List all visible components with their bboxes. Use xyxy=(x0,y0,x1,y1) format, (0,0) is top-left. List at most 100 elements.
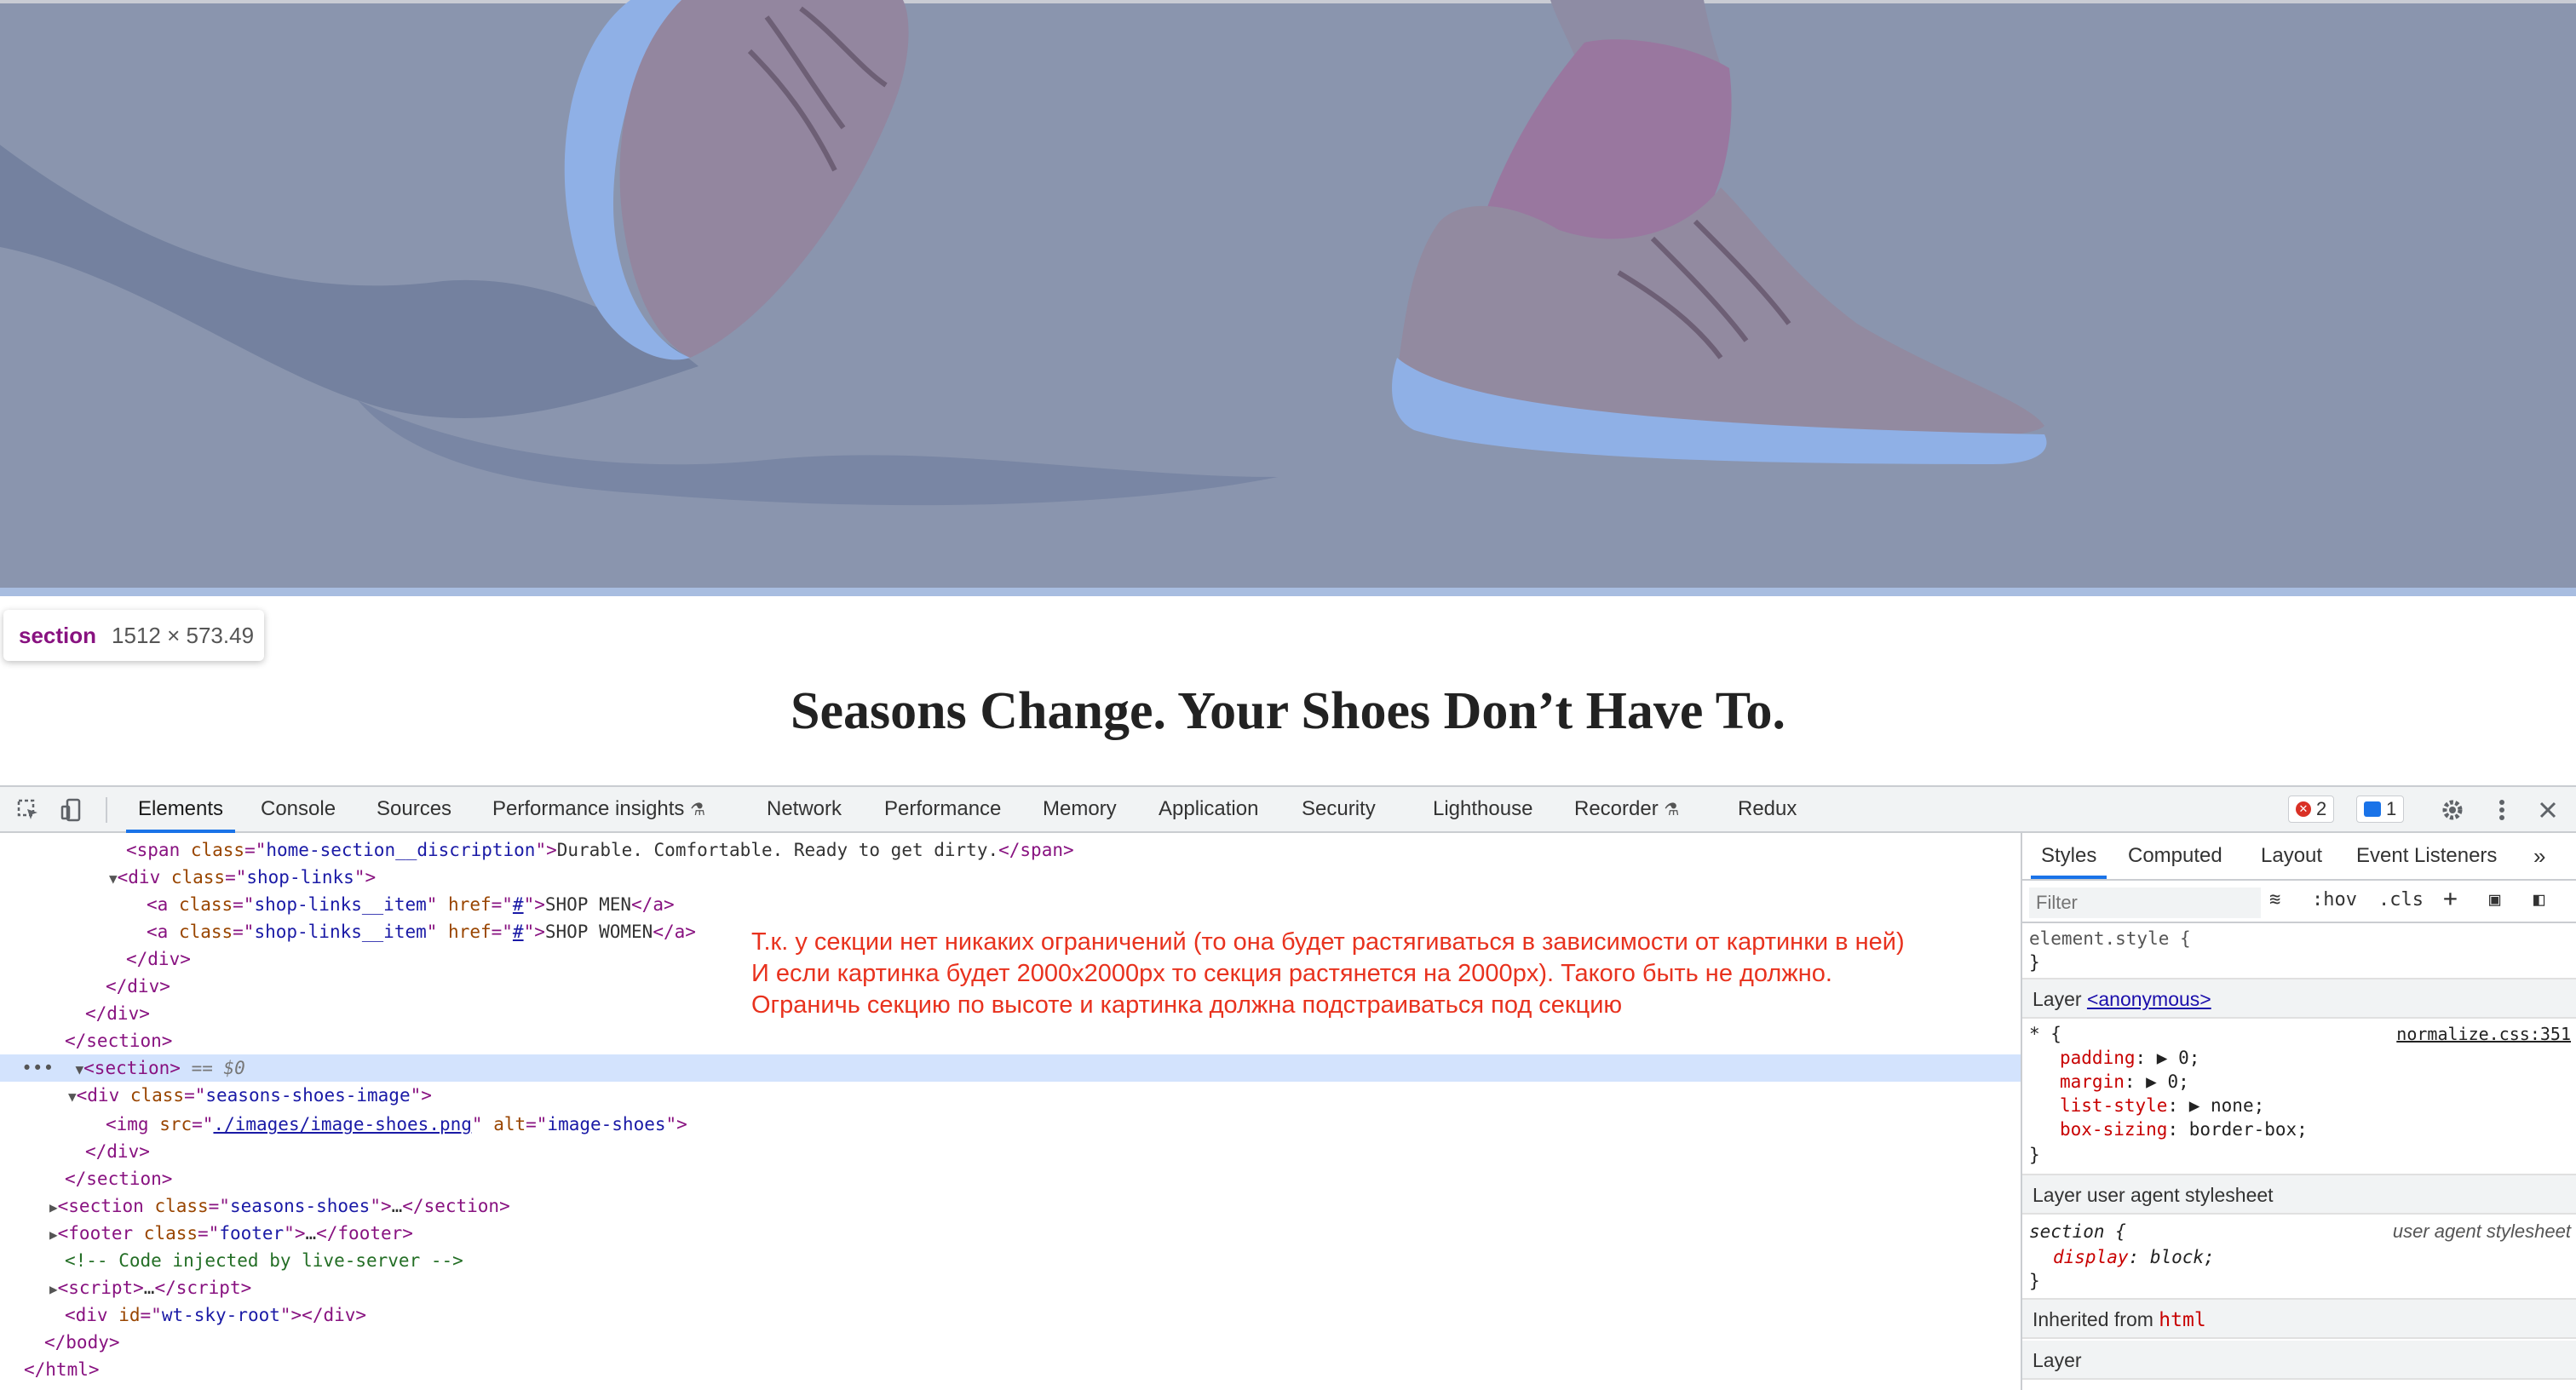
styles-sidebar: Styles Computed Layout Event Listeners »… xyxy=(2022,833,2576,1390)
tab-recorder[interactable]: Recorder ⚗ xyxy=(1574,787,1679,831)
tab-lighthouse[interactable]: Lighthouse xyxy=(1433,787,1532,831)
rule-selector[interactable]: * { xyxy=(2029,1022,2061,1046)
layer-anonymous-link[interactable]: <anonymous> xyxy=(2087,988,2211,1010)
errors-counter[interactable]: ✕ 2 xyxy=(2288,796,2335,823)
rule-close-brace: } xyxy=(2029,1145,2040,1165)
annotation-line: Т.к. у секции нет никаких ограничений (т… xyxy=(751,928,1905,956)
inherited-from-header: Inherited from html xyxy=(2022,1300,2576,1339)
tab-memory[interactable]: Memory xyxy=(1043,787,1117,831)
error-icon: ✕ xyxy=(2296,801,2311,817)
page-heading: Seasons Change. Your Shoes Don’t Have To… xyxy=(791,682,1785,740)
dom-close-div[interactable]: </div> xyxy=(85,1138,150,1165)
tab-redux[interactable]: Redux xyxy=(1738,787,1797,831)
inspect-element-icon[interactable] xyxy=(14,796,43,824)
toggle-pseudo-icon[interactable]: ≋ xyxy=(2269,889,2280,910)
dom-close-body[interactable]: </body> xyxy=(44,1329,120,1356)
dom-node-img[interactable]: <img src="./images/image-shoes.png" alt=… xyxy=(106,1111,687,1138)
dom-node-link-women[interactable]: <a class="shop-links__item" href="#">SHO… xyxy=(147,918,696,945)
element-style-selector[interactable]: element.style { xyxy=(2029,927,2191,951)
css-declaration[interactable]: display: block; xyxy=(2053,1245,2215,1269)
tab-elements[interactable]: Elements xyxy=(125,787,236,833)
dom-close-div[interactable]: </div> xyxy=(126,945,191,973)
tab-event-listeners[interactable]: Event Listeners xyxy=(2356,833,2497,879)
layer-ua-header: Layer user agent stylesheet xyxy=(2022,1175,2576,1215)
section-ua-rule: section { user agent stylesheet display:… xyxy=(2022,1215,2576,1300)
inherited-tag-link[interactable]: html xyxy=(2159,1309,2205,1331)
dom-close-div[interactable]: </div> xyxy=(106,973,170,1000)
styles-filter-row: ≋ :hov .cls + ▣ ◧ xyxy=(2022,881,2576,923)
inherited-label: Inherited from xyxy=(2033,1308,2153,1330)
tab-sources[interactable]: Sources xyxy=(377,787,451,831)
reviewer-annotation: Т.к. у секции нет никаких ограничений (т… xyxy=(751,927,1905,1021)
experimental-flask-icon: ⚗ xyxy=(690,801,706,819)
dom-comment[interactable]: <!-- Code injected by live-server --> xyxy=(65,1247,463,1274)
annotation-line: Ограничь секцию по высоте и картинка дол… xyxy=(751,991,1623,1019)
dom-node-link-men[interactable]: <a class="shop-links__item" href="#">SHO… xyxy=(147,891,675,918)
tab-recorder-label: Recorder xyxy=(1574,797,1659,820)
styles-filter-input[interactable] xyxy=(2029,887,2261,918)
tab-styles[interactable]: Styles xyxy=(2030,833,2107,879)
tab-security[interactable]: Security xyxy=(1302,787,1376,831)
toggle-sidebar-icon[interactable]: ◧ xyxy=(2533,889,2544,910)
tab-application[interactable]: Application xyxy=(1159,787,1258,831)
dom-node-section-selected[interactable]: ••• ▼<section> == $0 xyxy=(0,1054,2021,1082)
close-devtools-icon[interactable] xyxy=(2533,796,2562,824)
errors-count: 2 xyxy=(2316,798,2327,819)
rule-close-brace: } xyxy=(2029,1271,2040,1291)
css-declaration[interactable]: margin: ▶ 0; xyxy=(2060,1070,2189,1094)
dom-node-seasons-shoes-image[interactable]: ▼<div class="seasons-shoes-image"> xyxy=(68,1082,432,1109)
tab-console[interactable]: Console xyxy=(261,787,336,831)
layer-anonymous-header: Layer <anonymous> xyxy=(2022,979,2576,1019)
rule-source-link[interactable]: normalize.css:351 xyxy=(2396,1022,2571,1046)
tab-performance-insights[interactable]: Performance insights ⚗ xyxy=(492,787,705,831)
rule-close-brace: } xyxy=(2029,952,2040,973)
more-tabs-chevron-icon[interactable]: » xyxy=(2533,833,2545,879)
dom-close-div[interactable]: </div> xyxy=(85,1000,150,1027)
tab-computed[interactable]: Computed xyxy=(2128,833,2222,879)
tab-network[interactable]: Network xyxy=(767,787,842,831)
shoes-image xyxy=(0,0,2047,506)
devtools-toolbar: Elements Console Sources Performance ins… xyxy=(0,787,2576,833)
messages-counter[interactable]: 1 xyxy=(2356,796,2405,823)
tooltip-dimensions: 1512 × 573.49 xyxy=(112,622,255,648)
dom-close-html[interactable]: </html> xyxy=(24,1356,100,1383)
new-rule-plus-icon[interactable]: + xyxy=(2443,884,2458,912)
tab-performance[interactable]: Performance xyxy=(884,787,1001,831)
devtools-panel: Elements Console Sources Performance ins… xyxy=(0,785,2576,1390)
toolbar-divider xyxy=(106,797,107,823)
experimental-flask-icon: ⚗ xyxy=(1664,801,1680,819)
dom-close-section[interactable]: </section> xyxy=(65,1165,172,1192)
paint-bucket-icon[interactable]: ▣ xyxy=(2489,889,2500,910)
layer-header: Layer xyxy=(2022,1341,2576,1380)
tab-layout[interactable]: Layout xyxy=(2261,833,2322,879)
dom-node-footer[interactable]: ▶<footer class="footer">…</footer> xyxy=(49,1220,413,1247)
ua-source-label: user agent stylesheet xyxy=(2392,1221,2571,1242)
settings-gear-icon[interactable] xyxy=(2438,796,2467,824)
hov-button[interactable]: :hov xyxy=(2312,889,2357,910)
rule-selector[interactable]: section { xyxy=(2029,1220,2126,1244)
section-highlight-edge xyxy=(0,588,2576,596)
more-options-icon[interactable] xyxy=(2487,796,2516,824)
dom-close-section[interactable]: </section> xyxy=(65,1027,172,1054)
messages-count: 1 xyxy=(2386,798,2397,819)
tab-performance-insights-label: Performance insights xyxy=(492,797,685,820)
css-declaration[interactable]: list-style: ▶ none; xyxy=(2060,1094,2264,1117)
css-declaration[interactable]: box-sizing: border-box; xyxy=(2060,1117,2308,1141)
dom-node-root-div[interactable]: <div id="wt-sky-root"></div> xyxy=(65,1301,366,1329)
message-icon xyxy=(2364,801,2381,817)
tooltip-tag-name: section xyxy=(19,622,97,648)
device-toggle-icon[interactable] xyxy=(58,796,87,824)
dom-node-span[interactable]: <span class="home-section__discription">… xyxy=(126,836,1074,864)
dom-node-script[interactable]: ▶<script>…</script> xyxy=(49,1274,251,1301)
cls-button[interactable]: .cls xyxy=(2378,889,2424,910)
dom-node-section-seasons-shoes[interactable]: ▶<section class="seasons-shoes">…</secti… xyxy=(49,1192,510,1220)
dom-node-shop-links[interactable]: ▼<div class="shop-links"> xyxy=(109,864,376,891)
element-style-rule: element.style { } xyxy=(2022,923,2576,979)
sidebar-tabs: Styles Computed Layout Event Listeners » xyxy=(2022,833,2576,881)
elements-dom-tree: <span class="home-section__discription">… xyxy=(0,833,2022,1390)
css-declaration[interactable]: padding: ▶ 0; xyxy=(2060,1046,2199,1070)
layer-label: Layer xyxy=(2033,988,2082,1010)
annotation-line: И если картинка будет 2000x2000px то сек… xyxy=(751,960,1832,987)
element-inspect-tooltip: section 1512 × 573.49 xyxy=(3,610,264,661)
hero-section-highlighted xyxy=(0,0,2576,596)
